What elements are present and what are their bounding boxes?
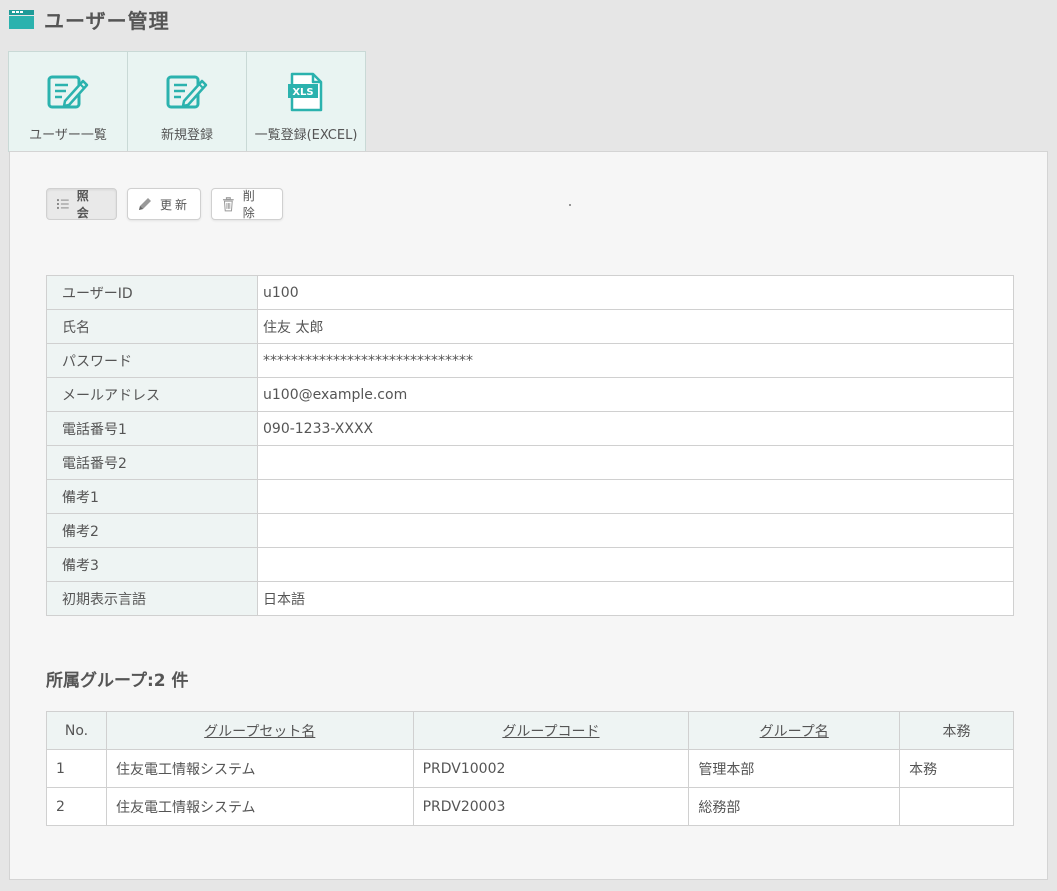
page-header: ユーザー管理	[9, 6, 170, 33]
tab-bulk-registration-excel[interactable]: XLS 一覧登録(EXCEL)	[246, 51, 366, 152]
field-label: 氏名	[46, 309, 258, 344]
trash-icon	[222, 196, 234, 211]
detail-row: ユーザーID u100	[46, 275, 1014, 310]
user-detail-table: ユーザーID u100 氏名 住友 太郎 パスワード ******************…	[46, 275, 1014, 616]
field-value: u100@example.com	[257, 377, 1014, 412]
stray-dot	[569, 204, 571, 206]
tab-bar: ユーザー一覧 新規登録 XLS 一覧登録(EXCEL)	[8, 51, 366, 152]
field-label: 備考1	[46, 479, 258, 514]
view-button-label: 照会	[76, 189, 92, 220]
update-button-label: 更新	[160, 197, 191, 212]
detail-row: 初期表示言語 日本語	[46, 581, 1014, 616]
update-button[interactable]: 更新	[127, 188, 201, 220]
detail-row: 氏名 住友 太郎	[46, 309, 1014, 344]
detail-row: 電話番号1 090-1233-XXXX	[46, 411, 1014, 446]
detail-row: 備考2	[46, 513, 1014, 548]
delete-button[interactable]: 削除	[211, 188, 283, 220]
column-header-group-code[interactable]: グループコード	[412, 711, 690, 750]
window-icon	[9, 9, 34, 29]
tab-label: 新規登録	[160, 128, 213, 143]
field-value: 住友 太郎	[257, 309, 1014, 344]
cell-primary	[899, 787, 1014, 826]
field-value: 090-1233-XXXX	[257, 411, 1014, 446]
edit-list-icon	[47, 75, 89, 109]
field-value: u100	[257, 275, 1014, 310]
list-icon	[57, 199, 69, 209]
column-header-group-set-name[interactable]: グループセット名	[105, 711, 414, 750]
field-label: メールアドレス	[46, 377, 258, 412]
content-panel: 照会 更新 削除 ユーザーID u100 氏名 住友 太郎 パスワード *********…	[9, 151, 1048, 880]
table-row: 1 住友電工情報システム PRDV10002 管理本部 本務	[46, 749, 1014, 788]
pencil-icon	[139, 198, 151, 210]
field-value	[257, 513, 1014, 548]
column-header-primary: 本務	[899, 711, 1014, 750]
cell-no: 2	[46, 787, 107, 826]
detail-row: メールアドレス u100@example.com	[46, 377, 1014, 412]
cell-group-set-name: 住友電工情報システム	[105, 749, 414, 788]
tab-user-list[interactable]: ユーザー一覧	[8, 51, 128, 152]
cell-group-code: PRDV10002	[412, 749, 690, 788]
group-table-header-row: No. グループセット名 グループコード グループ名 本務	[46, 711, 1014, 750]
field-label: 電話番号1	[46, 411, 258, 446]
cell-group-code: PRDV20003	[412, 787, 690, 826]
field-value: 日本語	[257, 581, 1014, 616]
field-label: 備考3	[46, 547, 258, 582]
tab-label: 一覧登録(EXCEL)	[254, 128, 358, 143]
group-table: No. グループセット名 グループコード グループ名 本務 1 住友電工情報システ…	[46, 711, 1014, 826]
field-value	[257, 445, 1014, 480]
delete-button-label: 削除	[242, 189, 258, 220]
field-label: 備考2	[46, 513, 258, 548]
column-header-group-name[interactable]: グループ名	[688, 711, 901, 750]
detail-row: 備考1	[46, 479, 1014, 514]
xls-icon-text: XLS	[292, 87, 313, 98]
field-label: ユーザーID	[46, 275, 258, 310]
cell-group-name: 管理本部	[688, 749, 901, 788]
field-label: 初期表示言語	[46, 581, 258, 616]
table-row: 2 住友電工情報システム PRDV20003 総務部	[46, 787, 1014, 826]
edit-new-icon	[166, 75, 208, 109]
field-value	[257, 479, 1014, 514]
cell-primary: 本務	[899, 749, 1014, 788]
cell-group-name: 総務部	[688, 787, 901, 826]
field-label: 電話番号2	[46, 445, 258, 480]
tab-label: ユーザー一覧	[29, 128, 107, 143]
page-title: ユーザー管理	[44, 8, 170, 33]
field-label: パスワード	[46, 343, 258, 378]
tab-new-registration[interactable]: 新規登録	[127, 51, 247, 152]
column-header-no: No.	[46, 711, 107, 750]
detail-row: 備考3	[46, 547, 1014, 582]
groups-section-title: 所属グループ:2 件	[46, 671, 189, 691]
field-value	[257, 547, 1014, 582]
xls-file-icon: XLS	[288, 72, 323, 112]
view-button[interactable]: 照会	[46, 188, 117, 220]
cell-group-set-name: 住友電工情報システム	[105, 787, 414, 826]
detail-row: 電話番号2	[46, 445, 1014, 480]
action-toolbar: 照会 更新 削除	[46, 188, 283, 220]
field-value: ******************************	[257, 343, 1014, 378]
cell-no: 1	[46, 749, 107, 788]
detail-row: パスワード ******************************	[46, 343, 1014, 378]
